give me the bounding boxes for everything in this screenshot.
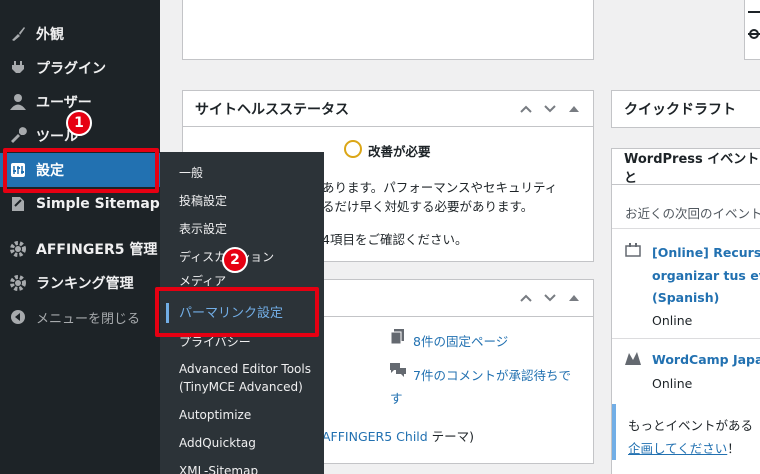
health-text-3: 4項目をご確認ください。	[322, 232, 468, 247]
event-2-place: Online	[652, 376, 693, 391]
user-icon	[8, 92, 28, 112]
menu-label: AFFINGER5 管理	[36, 242, 158, 258]
chevron-up-icon[interactable]	[517, 100, 535, 118]
submenu-writing[interactable]: 投稿設定	[160, 193, 324, 210]
menu-affinger5[interactable]: AFFINGER5 管理	[0, 232, 160, 266]
gear-icon	[8, 239, 28, 259]
pending-comments-link-2[interactable]: す	[390, 388, 403, 407]
menu-label: 外観	[36, 27, 64, 43]
collapse-menu-button[interactable]: メニューを閉じる	[0, 300, 160, 334]
quick-draft-panel: クイックドラフト	[611, 90, 760, 128]
health-text-2: るだけ早く対処する必要があります。	[322, 199, 534, 214]
collapse-icon	[8, 307, 28, 327]
submenu-xml-sitemap[interactable]: XML-Sitemap	[160, 463, 324, 474]
menu-label: ランキング管理	[36, 276, 134, 292]
health-status-indicator	[344, 140, 362, 158]
submenu-general[interactable]: 一般	[160, 165, 324, 182]
event-2-link[interactable]: WordCamp Japan	[652, 352, 760, 367]
submenu-autoptimize[interactable]: Autoptimize	[160, 407, 324, 424]
toggle-panel-icon[interactable]	[565, 289, 583, 307]
top-panel	[182, 0, 594, 60]
menu-appearance[interactable]: 外観	[0, 17, 160, 51]
wrench-icon	[8, 126, 28, 146]
menu-label: メニューを閉じる	[36, 311, 141, 327]
events-title: WordPress イベントと	[612, 149, 760, 186]
event-1-link-2[interactable]: organizar tus even	[652, 268, 760, 283]
sitemap-icon	[8, 194, 28, 214]
plugin-icon	[8, 58, 28, 78]
organize-event-link[interactable]: 企画してください	[628, 441, 727, 456]
submenu-advanced-editor-tools-2[interactable]: (TinyMCE Advanced)	[160, 379, 324, 396]
pending-comments-link[interactable]: 7件のコメントが承認待ちで	[413, 365, 571, 384]
health-status-text: 改善が必要	[368, 144, 431, 159]
events-intro: お近くの次回のイベント	[625, 206, 760, 221]
menu-plugins[interactable]: プラグイン	[0, 51, 160, 85]
event-1-link[interactable]: [Online] Recursos	[652, 245, 760, 260]
events-divider	[612, 228, 760, 229]
theme-link[interactable]: AFFINGER5 Child	[322, 429, 428, 444]
pages-count-link[interactable]: 8件の固定ページ	[413, 331, 508, 350]
panel-tools	[517, 289, 583, 307]
chevron-down-icon[interactable]	[541, 100, 559, 118]
events-divider	[612, 338, 760, 339]
screen-options-icon[interactable]	[748, 6, 760, 44]
step-2-badge: 2	[222, 247, 248, 273]
gear-icon	[8, 273, 28, 293]
submenu-addquicktag[interactable]: AddQuicktag	[160, 435, 324, 452]
menu-label: Simple Sitemap	[36, 196, 160, 212]
page-icon	[390, 329, 405, 349]
toggle-panel-icon[interactable]	[565, 100, 583, 118]
menu-label: プラグイン	[36, 61, 106, 77]
menu-ranking[interactable]: ランキング管理	[0, 266, 160, 300]
health-text-1: あります。パフォーマンスやセキュリティ	[322, 180, 558, 195]
highlight-permalinks	[155, 287, 319, 337]
theme-text: AFFINGER5 Child テーマ)	[322, 429, 475, 444]
menu-label: ユーザー	[36, 95, 92, 111]
comment-icon	[390, 362, 406, 382]
submenu-reading[interactable]: 表示設定	[160, 221, 324, 238]
panel-tools	[517, 100, 583, 118]
chevron-down-icon[interactable]	[541, 289, 559, 307]
paintbrush-icon	[8, 24, 28, 44]
more-events-line-2: 企画してください！	[628, 441, 740, 456]
submenu-advanced-editor-tools[interactable]: Advanced Editor Tools	[160, 361, 324, 378]
event-1-place: Online	[652, 313, 693, 328]
highlight-settings	[3, 148, 159, 193]
wordcamp-icon	[624, 350, 642, 370]
more-events-text: もっとイベントがある	[628, 418, 754, 433]
event-1-link-3[interactable]: (Spanish)	[652, 290, 719, 305]
quick-draft-title: クイックドラフト	[624, 102, 736, 118]
step-1-badge: 1	[66, 110, 92, 136]
online-event-icon	[625, 242, 641, 261]
chevron-up-icon[interactable]	[517, 289, 535, 307]
admin-sidebar: 外観 プラグイン ユーザー ツール 設定 Simple Sitemap AFFI…	[0, 0, 160, 474]
